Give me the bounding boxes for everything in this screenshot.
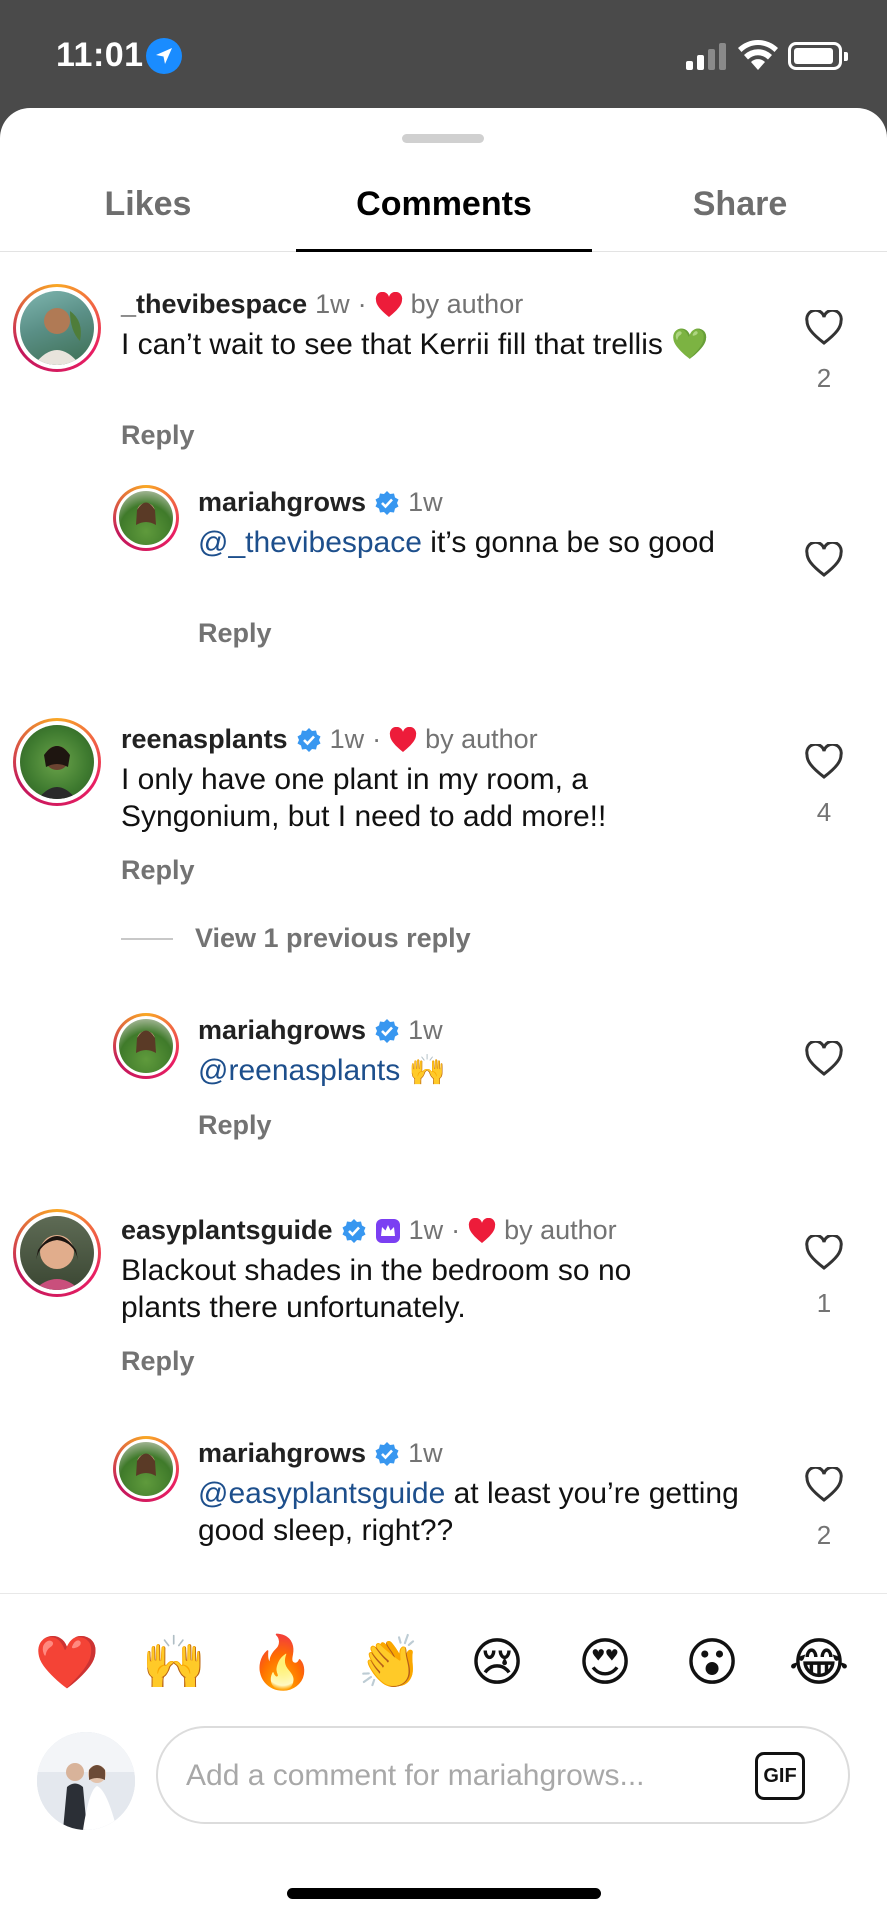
view-previous-label: View 1 previous reply <box>195 923 471 953</box>
emoji-fire-button[interactable]: 🔥 <box>247 1628 317 1698</box>
emoji-crying-button[interactable]: 😢 <box>462 1628 532 1698</box>
like-heart-icon[interactable] <box>804 542 844 578</box>
comment-text: I only have one plant in my room, a Syng… <box>121 763 607 833</box>
comment-time: 1w <box>315 289 350 319</box>
comment-time: 1w <box>408 487 443 517</box>
reply-button[interactable]: Reply <box>121 420 195 451</box>
cellular-signal-icon <box>686 42 728 70</box>
emoji-heart-eyes-button[interactable]: 😍 <box>570 1628 640 1698</box>
like-count: 4 <box>816 797 832 827</box>
like-count: 2 <box>816 363 832 393</box>
comment-text: @easyplantsguide at least you’re getting… <box>198 1477 739 1547</box>
comment-time: 1w <box>408 1438 443 1468</box>
comments-sheet: Likes Comments Share _thevibespace 1w · … <box>0 108 887 1920</box>
like-heart-icon[interactable] <box>804 310 844 346</box>
mention-link[interactable]: @reenasplants <box>198 1054 400 1087</box>
emoji-raised-hands-button[interactable]: 🙌 <box>139 1628 209 1698</box>
emoji-heart-button[interactable]: ❤️ <box>32 1628 102 1698</box>
comment-username[interactable]: easyplantsguide <box>121 1215 333 1246</box>
comment-username[interactable]: mariahgrows <box>198 1438 366 1469</box>
thread-line <box>121 937 173 940</box>
status-bar: 11:01 <box>0 0 887 108</box>
like-heart-icon[interactable] <box>804 1467 844 1503</box>
status-time: 11:01 <box>56 36 144 74</box>
tab-comments[interactable]: Comments <box>296 168 592 252</box>
comment-composer: GIF <box>0 1726 887 1836</box>
view-previous-replies-button[interactable]: View 1 previous reply <box>121 923 471 954</box>
comment-text: @_thevibespace it’s gonna be so good <box>198 526 715 559</box>
reply-button[interactable]: Reply <box>198 1110 272 1141</box>
by-author-label: by author <box>504 1215 617 1245</box>
emoji-surprised-button[interactable]: 😮 <box>677 1628 747 1698</box>
mention-link[interactable]: @easyplantsguide <box>198 1477 445 1510</box>
reply-button[interactable]: Reply <box>121 1346 195 1377</box>
verified-badge-icon <box>375 490 399 515</box>
gif-button[interactable]: GIF <box>755 1752 805 1800</box>
avatar[interactable] <box>113 1436 179 1502</box>
avatar[interactable] <box>13 718 101 806</box>
author-liked-heart-icon <box>468 1217 496 1243</box>
tab-likes[interactable]: Likes <box>0 168 296 252</box>
meta-separator: · <box>372 724 382 754</box>
avatar[interactable] <box>13 1209 101 1297</box>
comment-username[interactable]: mariahgrows <box>198 487 366 518</box>
composer-divider <box>0 1593 887 1594</box>
reply-button[interactable]: Reply <box>198 618 272 649</box>
active-tab-indicator <box>296 249 592 252</box>
comment-time: 1w <box>329 724 365 754</box>
meta-separator: · <box>357 289 367 319</box>
like-count: 1 <box>816 1288 832 1318</box>
comment-input[interactable] <box>186 1752 706 1800</box>
avatar[interactable] <box>113 485 179 551</box>
wifi-icon <box>738 40 778 70</box>
comment-time: 1w <box>408 1015 443 1045</box>
comment-text: I can’t wait to see that Kerrii fill tha… <box>121 328 709 361</box>
current-user-avatar <box>37 1732 135 1830</box>
emoji-clap-button[interactable]: 👏 <box>355 1628 425 1698</box>
comment-time: 1w <box>408 1215 444 1245</box>
author-liked-heart-icon <box>375 291 402 317</box>
verified-badge-icon <box>297 727 321 752</box>
comment-text: Blackout shades in the bedroom so no pla… <box>121 1254 632 1324</box>
by-author-label: by author <box>425 724 538 754</box>
avatar[interactable] <box>113 1013 179 1079</box>
drag-handle[interactable] <box>402 134 484 143</box>
reply-button[interactable]: Reply <box>121 855 195 886</box>
comment-username[interactable]: reenasplants <box>121 724 288 755</box>
subscriber-crown-icon <box>375 1218 400 1243</box>
like-count: 2 <box>816 1520 832 1550</box>
verified-badge-icon <box>342 1218 366 1243</box>
meta-separator: · <box>451 1215 461 1245</box>
tab-bar: Likes Comments Share <box>0 168 887 252</box>
like-heart-icon[interactable] <box>804 1235 844 1271</box>
avatar[interactable] <box>13 284 101 372</box>
comment-text: @reenasplants 🙌 <box>198 1054 446 1087</box>
quick-emoji-bar: ❤️ 🙌 🔥 👏 😢 😍 😮 😂 <box>0 1628 887 1698</box>
comment-input-container: GIF <box>156 1726 850 1824</box>
tab-share[interactable]: Share <box>592 168 887 252</box>
comments-list[interactable]: _thevibespace 1w · by author I can’t wai… <box>0 253 887 1593</box>
home-indicator[interactable] <box>287 1888 601 1899</box>
emoji-laughing-button[interactable]: 😂 <box>784 1628 854 1698</box>
battery-icon <box>788 42 848 70</box>
comment-username[interactable]: mariahgrows <box>198 1015 366 1046</box>
like-heart-icon[interactable] <box>804 744 844 780</box>
like-heart-icon[interactable] <box>804 1041 844 1077</box>
location-arrow-icon <box>146 38 182 74</box>
by-author-label: by author <box>410 289 524 319</box>
verified-badge-icon <box>375 1441 399 1466</box>
comment-username[interactable]: _thevibespace <box>121 289 307 320</box>
author-liked-heart-icon <box>389 726 417 752</box>
verified-badge-icon <box>375 1018 399 1043</box>
mention-link[interactable]: @_thevibespace <box>198 526 422 559</box>
